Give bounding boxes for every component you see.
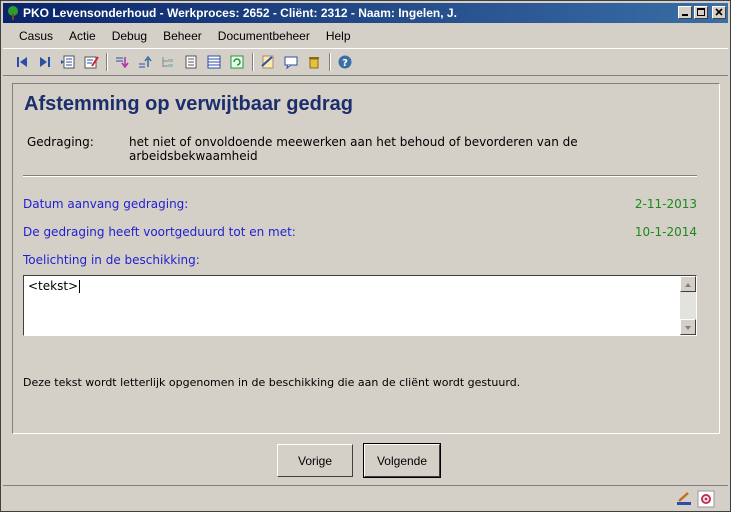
prev-button[interactable]: Vorige (277, 444, 353, 477)
sort-icon (139, 55, 152, 68)
list-button[interactable] (203, 51, 225, 73)
trash-icon (309, 57, 319, 69)
datum-aanvang-value: 2-11-2013 (634, 197, 697, 211)
maximize-button[interactable] (694, 6, 708, 19)
tree-app-icon (8, 6, 18, 20)
help-button[interactable]: ? (334, 51, 356, 73)
toolbar: ? (3, 48, 728, 76)
menu-bar: Casus Actie Debug Beheer Documentbeheer … (3, 26, 728, 46)
open-list-icon (61, 55, 75, 69)
menu-beheer[interactable]: Beheer (155, 29, 210, 43)
voortgeduurd-label: De gedraging heeft voortgeduurd tot en m… (23, 225, 296, 239)
toelichting-text: <tekst> (28, 279, 81, 293)
refresh-icon (230, 55, 244, 69)
scroll-up-button[interactable] (680, 276, 696, 292)
last-record-button[interactable] (34, 51, 56, 73)
menu-documentbeheer[interactable]: Documentbeheer (210, 29, 318, 43)
voortgeduurd-value: 10-1-2014 (634, 225, 697, 239)
tree-button[interactable] (157, 51, 179, 73)
minimize-icon (682, 14, 688, 16)
minimize-button[interactable] (678, 6, 692, 19)
gedraging-value: het niet of onvoldoende meewerken aan he… (129, 135, 578, 163)
datum-aanvang-label: Datum aanvang gedraging: (23, 197, 189, 211)
gedraging-label: Gedraging: (27, 135, 94, 149)
menu-actie[interactable]: Actie (61, 29, 104, 43)
toolbar-separator (252, 53, 254, 71)
help-icon: ? (338, 55, 352, 69)
title-bar: PKO Levensonderhoud - Werkproces: 2652 -… (3, 3, 728, 23)
comment-button[interactable] (280, 51, 302, 73)
document-icon (185, 55, 197, 69)
status-pen-icon[interactable] (675, 490, 693, 508)
toolbar-separator (329, 53, 331, 71)
menu-casus[interactable]: Casus (3, 29, 61, 43)
next-button[interactable]: Volgende (363, 443, 441, 478)
close-button[interactable] (712, 6, 726, 19)
first-record-icon (17, 57, 27, 67)
divider (23, 175, 697, 177)
edit-icon (84, 56, 99, 69)
notes-icon (261, 55, 274, 69)
open-list-button[interactable] (57, 51, 79, 73)
toolbar-separator (106, 53, 108, 71)
first-record-button[interactable] (11, 51, 33, 73)
comment-icon (284, 56, 298, 70)
info-note: Deze tekst wordt letterlijk opgenomen in… (23, 376, 521, 389)
edit-button[interactable] (80, 51, 102, 73)
list-icon (207, 55, 221, 69)
notes-button[interactable] (257, 51, 279, 73)
window-title: PKO Levensonderhoud - Werkproces: 2652 -… (23, 6, 457, 20)
move-down-button[interactable] (111, 51, 133, 73)
page-title: Afstemming op verwijtbaar gedrag (24, 93, 353, 115)
svg-text:?: ? (342, 58, 348, 69)
maximize-icon (697, 8, 705, 16)
tree-icon (162, 57, 173, 67)
application-window: PKO Levensonderhoud - Werkproces: 2652 -… (0, 0, 731, 512)
arrow-down-icon (685, 326, 691, 330)
refresh-button[interactable] (226, 51, 248, 73)
toelichting-textarea[interactable]: <tekst> (23, 275, 697, 336)
content-panel: Afstemming op verwijtbaar gedrag Gedragi… (12, 83, 720, 434)
menu-debug[interactable]: Debug (104, 29, 155, 43)
vertical-scrollbar[interactable] (680, 276, 696, 335)
last-record-icon (40, 57, 50, 67)
close-icon (715, 8, 723, 16)
status-settings-icon[interactable] (697, 490, 715, 508)
menu-help[interactable]: Help (318, 29, 359, 43)
toelichting-label: Toelichting in de beschikking: (23, 253, 200, 267)
move-down-icon (116, 57, 129, 69)
arrow-up-icon (685, 283, 691, 287)
trash-button[interactable] (303, 51, 325, 73)
sort-button[interactable] (134, 51, 156, 73)
document-button[interactable] (180, 51, 202, 73)
status-bar (3, 485, 728, 510)
scroll-down-button[interactable] (680, 319, 696, 335)
